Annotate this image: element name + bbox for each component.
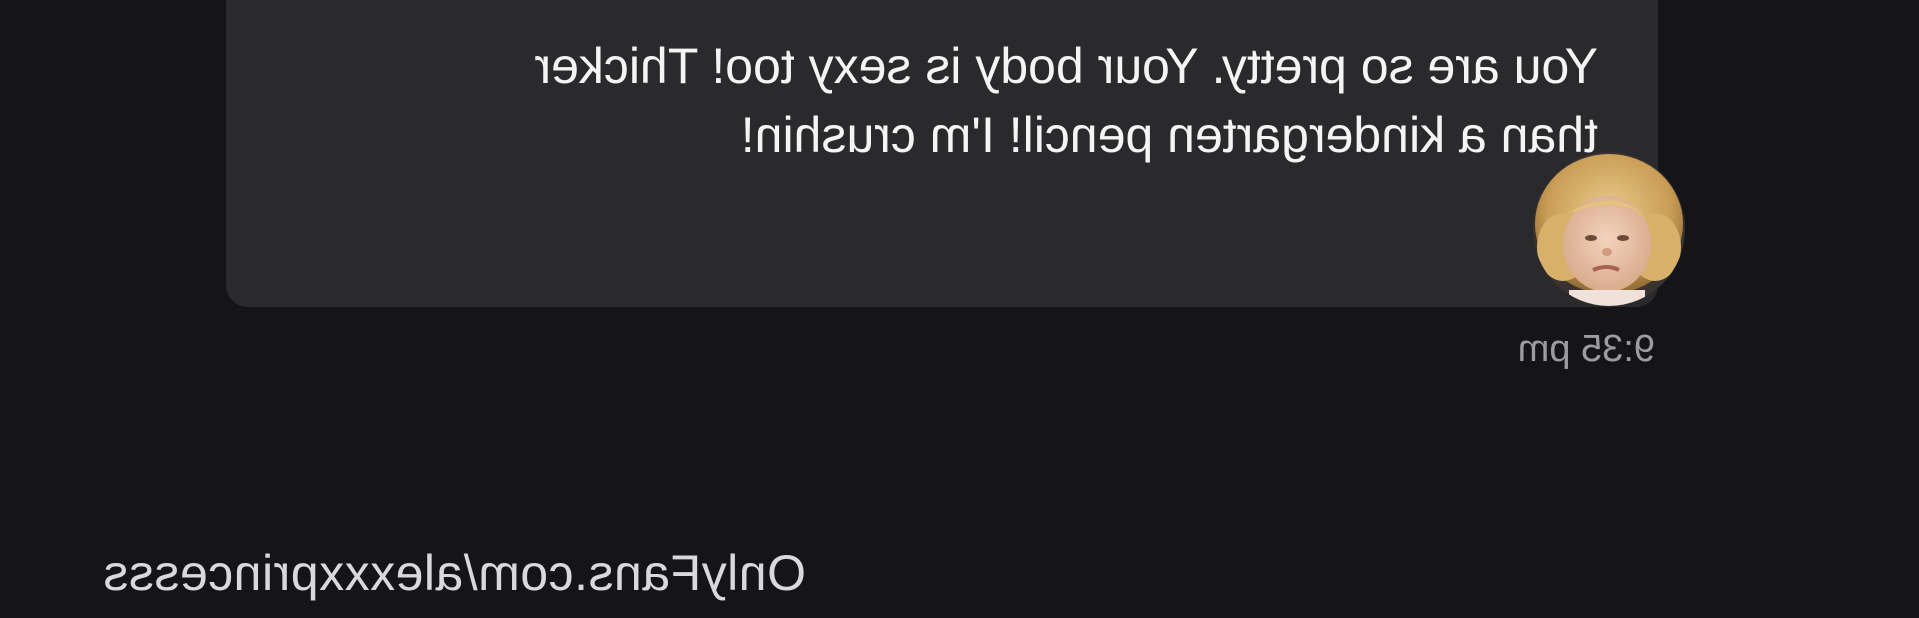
message-bubble[interactable]: You are so pretty. Your body is sexy too…	[226, 0, 1658, 307]
avatar-photo-icon	[1533, 152, 1685, 306]
chat-screen: You are so pretty. Your body is sexy too…	[0, 0, 1919, 618]
message-text: You are so pretty. Your body is sexy too…	[534, 38, 1598, 163]
mirrored-chat-view: You are so pretty. Your body is sexy too…	[0, 0, 1919, 618]
watermark-text: OnlyFans.com/alexxxprincesss	[102, 545, 806, 601]
message-timestamp: 9:35 pm	[1517, 328, 1655, 370]
sender-avatar[interactable]	[1533, 152, 1685, 306]
